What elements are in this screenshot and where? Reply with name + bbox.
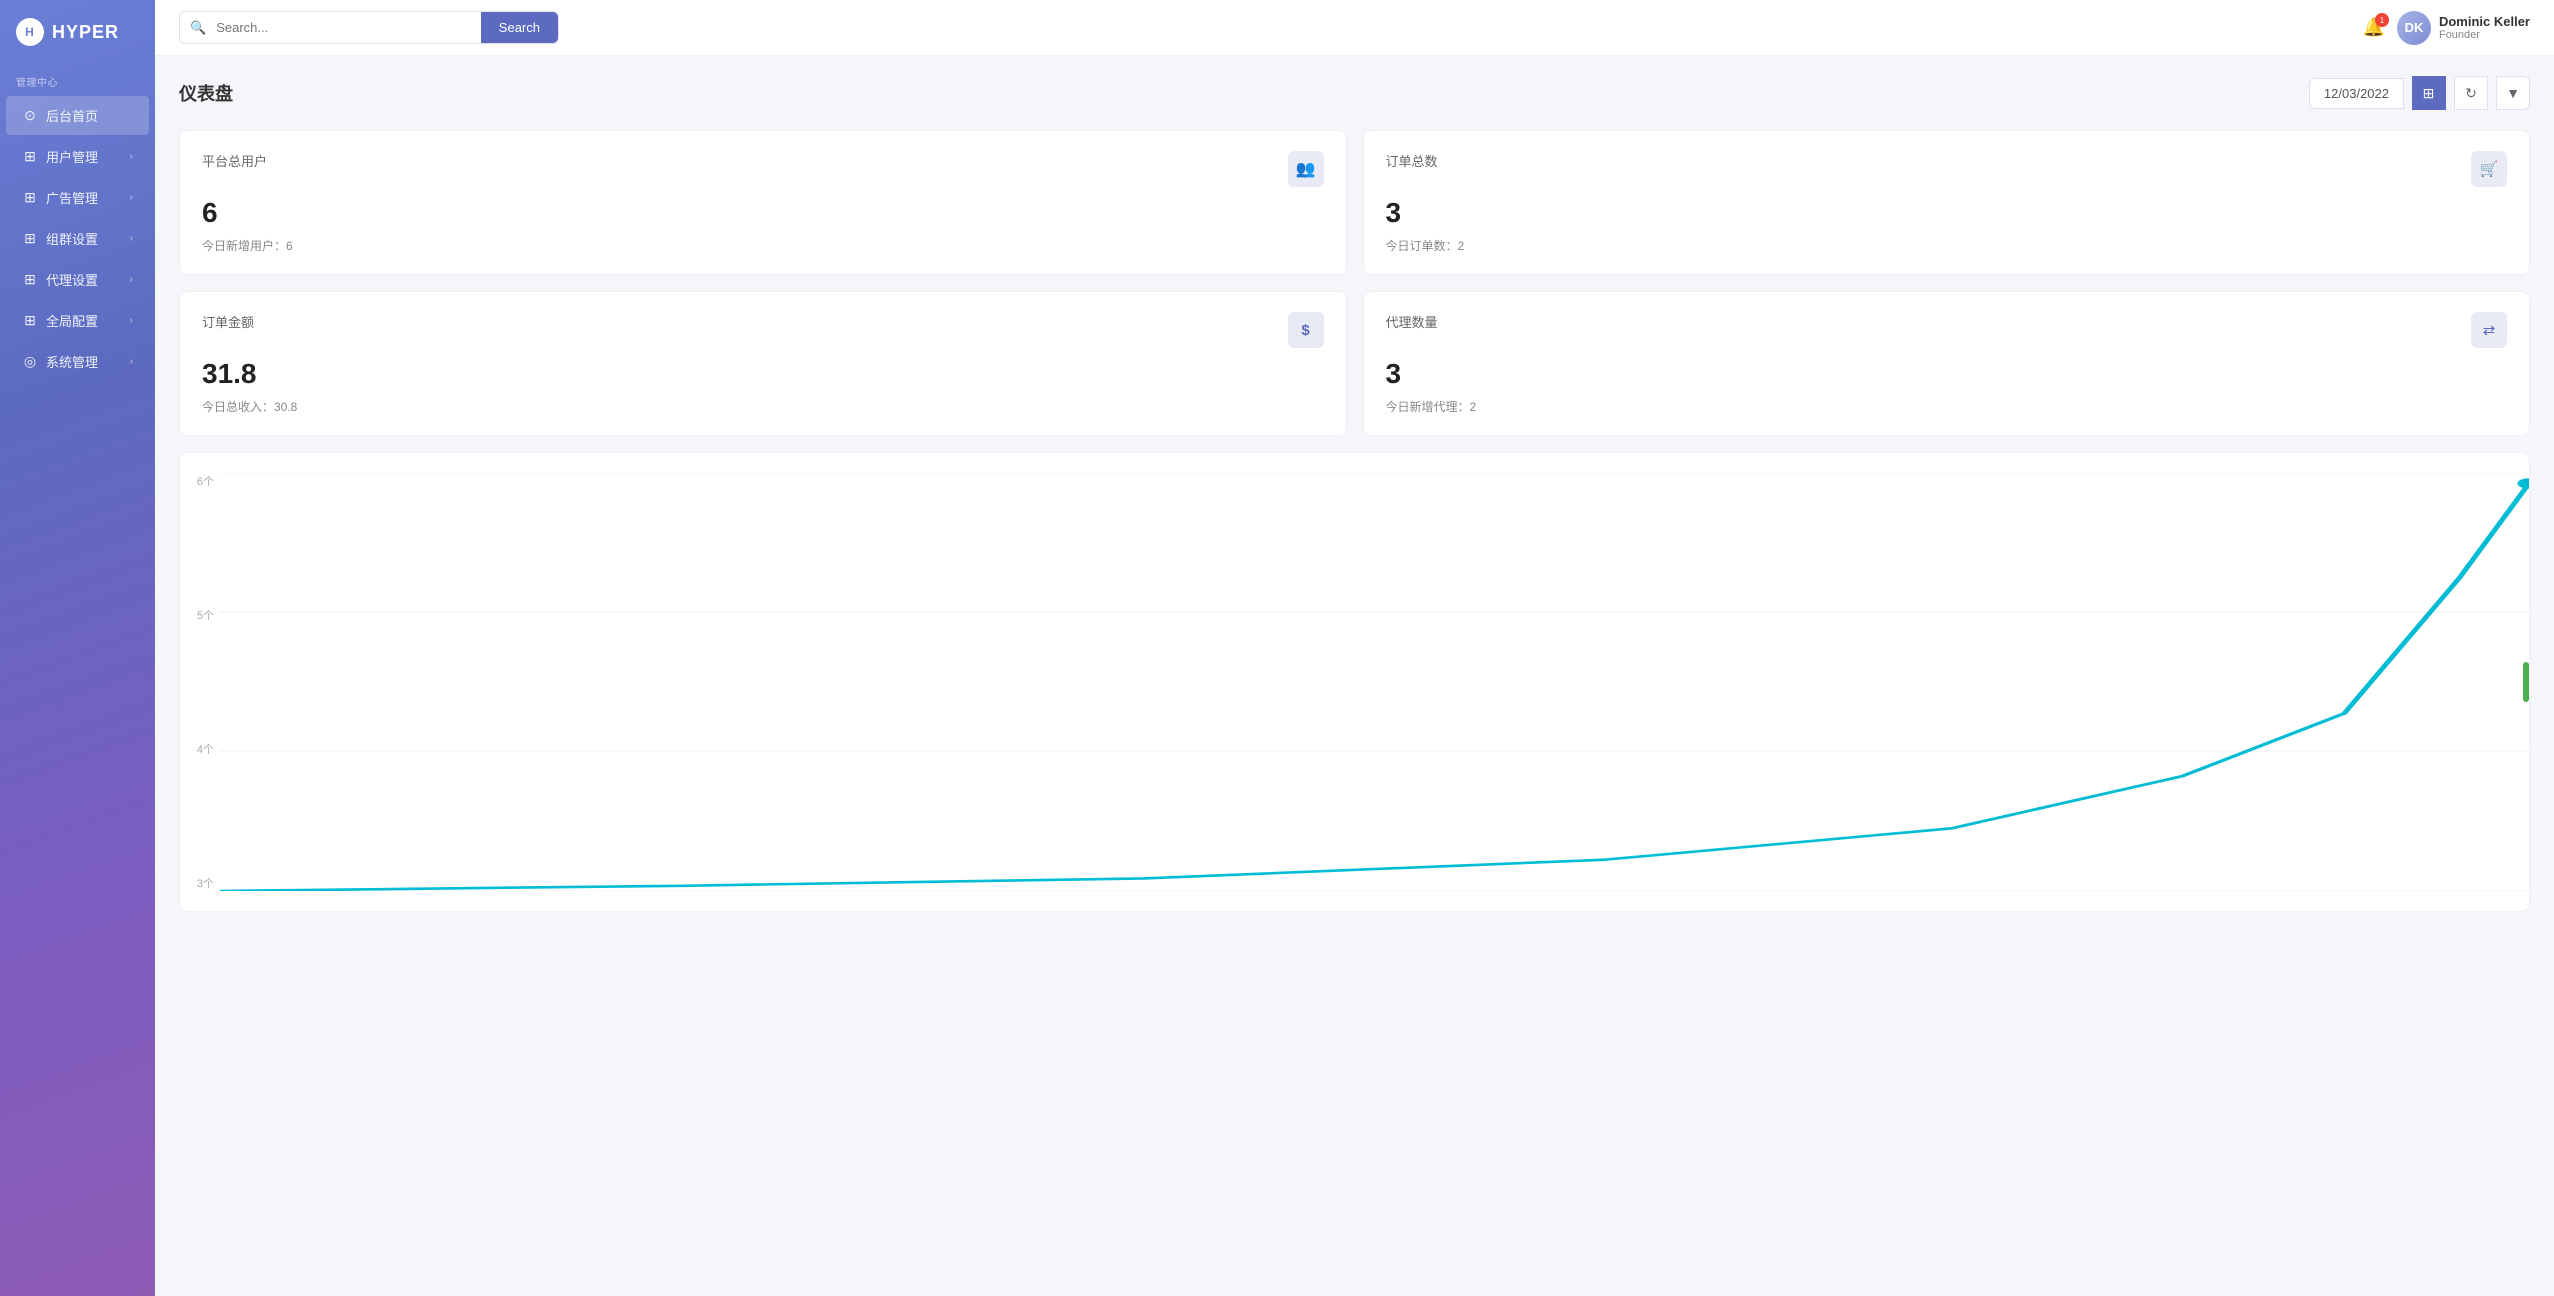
notification-badge: 1 [2375,13,2389,27]
global-icon: ⊞ [22,312,38,329]
chart-y-labels: 6个 5个 4个 3个 [180,473,220,891]
sidebar-item-label: 代理设置 [46,270,98,289]
stat-title-total-orders: 订单总数 [1386,151,1438,170]
chart-card: 6个 5个 4个 3个 [179,452,2530,912]
stat-card-agent-count: 代理数量 ⇄ 3 今日新增代理：2 [1363,291,2531,436]
chart-y-label-5: 5个 [180,607,220,623]
view-refresh-button[interactable]: ↻ [2454,76,2488,110]
chart-dot [2517,478,2529,488]
avatar: DK [2397,11,2431,45]
chevron-right-icon: › [130,356,133,367]
sidebar-section-label: 管理中心 [0,64,155,95]
users-menu-icon: ⊞ [22,148,38,165]
stat-value-agent-count: 3 [1386,358,2508,390]
sidebar-item-label: 系统管理 [46,352,98,371]
chevron-right-icon: › [130,274,133,285]
agent-icon: ⊞ [22,271,38,288]
chevron-right-icon: › [130,151,133,162]
date-display: 12/03/2022 [2309,78,2404,109]
stat-card-order-amount: 订单金额 $ 31.8 今日总收入：30.8 [179,291,1347,436]
stat-title-order-amount: 订单金额 [202,312,254,331]
stat-title-total-users: 平台总用户 [202,151,267,170]
home-icon: ⊙ [22,107,38,124]
app-logo: H HYPER [0,0,155,64]
chevron-right-icon: › [130,192,133,203]
stat-card-total-orders: 订单总数 🛒 3 今日订单数：2 [1363,130,2531,275]
user-menu[interactable]: DK Dominic Keller Founder [2397,11,2530,45]
header: 🔍 Search 🔔 1 DK Dominic Keller Founder [155,0,2554,56]
stat-value-order-amount: 31.8 [202,358,1324,390]
stats-grid: 平台总用户 👥 6 今日新增用户：6 订单总数 🛒 3 今日订单数：2 订单金额 [179,130,2530,436]
agent-count-icon: ⇄ [2471,312,2507,348]
user-role: Founder [2439,29,2530,41]
stat-sub-order-amount: 今日总收入：30.8 [202,398,1324,415]
search-icon: 🔍 [180,20,216,36]
sidebar-item-ads[interactable]: ⊞ 广告管理 › [6,178,149,217]
page-header-actions: 12/03/2022 ⊞ ↻ ▼ [2309,76,2530,110]
stat-value-total-orders: 3 [1386,197,2508,229]
stat-title-agent-count: 代理数量 [1386,312,1438,331]
view-grid-button[interactable]: ⊞ [2412,76,2446,110]
stat-card-total-users: 平台总用户 👥 6 今日新增用户：6 [179,130,1347,275]
system-icon: ◎ [22,353,38,370]
ads-icon: ⊞ [22,189,38,206]
stat-sub-agent-count: 今日新增代理：2 [1386,398,2508,415]
orders-icon: 🛒 [2471,151,2507,187]
users-icon: 👥 [1288,151,1324,187]
sidebar-item-label: 组群设置 [46,229,98,248]
stat-sub-total-orders: 今日订单数：2 [1386,237,2508,254]
sidebar-item-group[interactable]: ⊞ 组群设置 › [6,219,149,258]
chart-y-label-3: 3个 [180,875,220,891]
search-button[interactable]: Search [481,12,558,43]
chevron-right-icon: › [130,233,133,244]
content-area: 仪表盘 12/03/2022 ⊞ ↻ ▼ 平台总用户 👥 6 今日新增用户：6 [155,56,2554,1296]
notification-bell[interactable]: 🔔 1 [2363,17,2385,38]
chevron-right-icon: › [130,315,133,326]
sidebar-item-global[interactable]: ⊞ 全局配置 › [6,301,149,340]
group-icon: ⊞ [22,230,38,247]
page-header: 仪表盘 12/03/2022 ⊞ ↻ ▼ [179,76,2530,110]
chart-side-indicator [2523,662,2529,702]
dollar-icon: $ [1288,312,1324,348]
page-title: 仪表盘 [179,80,233,106]
stat-value-total-users: 6 [202,197,1324,229]
sidebar-item-agent[interactable]: ⊞ 代理设置 › [6,260,149,299]
chart-line [220,483,2529,891]
logo-icon: H [16,18,44,46]
view-filter-button[interactable]: ▼ [2496,76,2530,110]
chart-y-label-6: 6个 [180,473,220,489]
search-input[interactable] [216,12,481,43]
chart-svg [220,473,2529,891]
sidebar-item-label: 全局配置 [46,311,98,330]
search-wrapper: 🔍 Search [179,11,559,44]
sidebar-item-system[interactable]: ◎ 系统管理 › [6,342,149,381]
sidebar-item-label: 广告管理 [46,188,98,207]
main-area: 🔍 Search 🔔 1 DK Dominic Keller Founder 仪… [155,0,2554,1296]
sidebar-item-home[interactable]: ⊙ 后台首页 [6,96,149,135]
sidebar-item-users[interactable]: ⊞ 用户管理 › [6,137,149,176]
sidebar-item-label: 后台首页 [46,106,98,125]
chart-y-label-4: 4个 [180,741,220,757]
user-name: Dominic Keller [2439,14,2530,29]
stat-sub-total-users: 今日新增用户：6 [202,237,1324,254]
sidebar: H HYPER 管理中心 ⊙ 后台首页 ⊞ 用户管理 › ⊞ 广告管理 › ⊞ … [0,0,155,1296]
sidebar-item-label: 用户管理 [46,147,98,166]
chart-svg-area [220,473,2529,891]
